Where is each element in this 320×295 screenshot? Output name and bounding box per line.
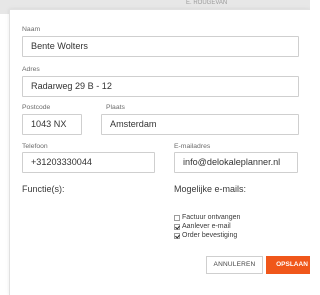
name-label: Naam bbox=[22, 26, 41, 33]
name-field[interactable]: Bente Wolters bbox=[22, 36, 299, 57]
checkbox-order-confirmation-box[interactable] bbox=[174, 232, 180, 239]
address-field[interactable]: Radarweg 29 B - 12 bbox=[22, 76, 299, 97]
checkbox-order-confirmation-label: Order bevestiging bbox=[182, 232, 238, 239]
checkbox-delivery-email[interactable]: Aanlever e-mail bbox=[174, 222, 231, 231]
email-label: E-mailadres bbox=[174, 143, 211, 150]
background-text: E. ROUGEVAN bbox=[186, 0, 228, 6]
contact-modal: Naam Bente Wolters Adres Radarweg 29 B -… bbox=[9, 9, 310, 295]
page: E. ROUGEVAN Naam Bente Wolters Adres Rad… bbox=[0, 0, 310, 295]
postcode-label: Postcode bbox=[22, 104, 51, 111]
address-label: Adres bbox=[22, 66, 40, 73]
checkbox-order-confirmation[interactable]: Order bevestiging bbox=[174, 231, 237, 240]
cancel-button[interactable]: ANNULEREN bbox=[206, 256, 263, 274]
checkbox-invoice-received-label: Factuur ontvangen bbox=[182, 214, 241, 221]
city-field[interactable]: Amsterdam bbox=[101, 114, 299, 135]
phone-field[interactable]: +31203330044 bbox=[22, 152, 155, 173]
save-button[interactable]: OPSLAAN bbox=[266, 256, 310, 274]
possible-emails-title: Mogelijke e-mails: bbox=[174, 184, 247, 194]
checkbox-delivery-email-box[interactable] bbox=[174, 223, 180, 230]
phone-label: Telefoon bbox=[22, 143, 48, 150]
checkbox-invoice-received[interactable]: Factuur ontvangen bbox=[174, 213, 240, 222]
checkbox-invoice-received-box[interactable] bbox=[174, 214, 180, 221]
postcode-field[interactable]: 1043 NX bbox=[22, 114, 82, 135]
email-field[interactable]: info@delokaleplanner.nl bbox=[174, 152, 298, 173]
functions-title: Functie(s): bbox=[22, 184, 65, 194]
city-label: Plaats bbox=[106, 104, 125, 111]
checkbox-delivery-email-label: Aanlever e-mail bbox=[182, 223, 231, 230]
